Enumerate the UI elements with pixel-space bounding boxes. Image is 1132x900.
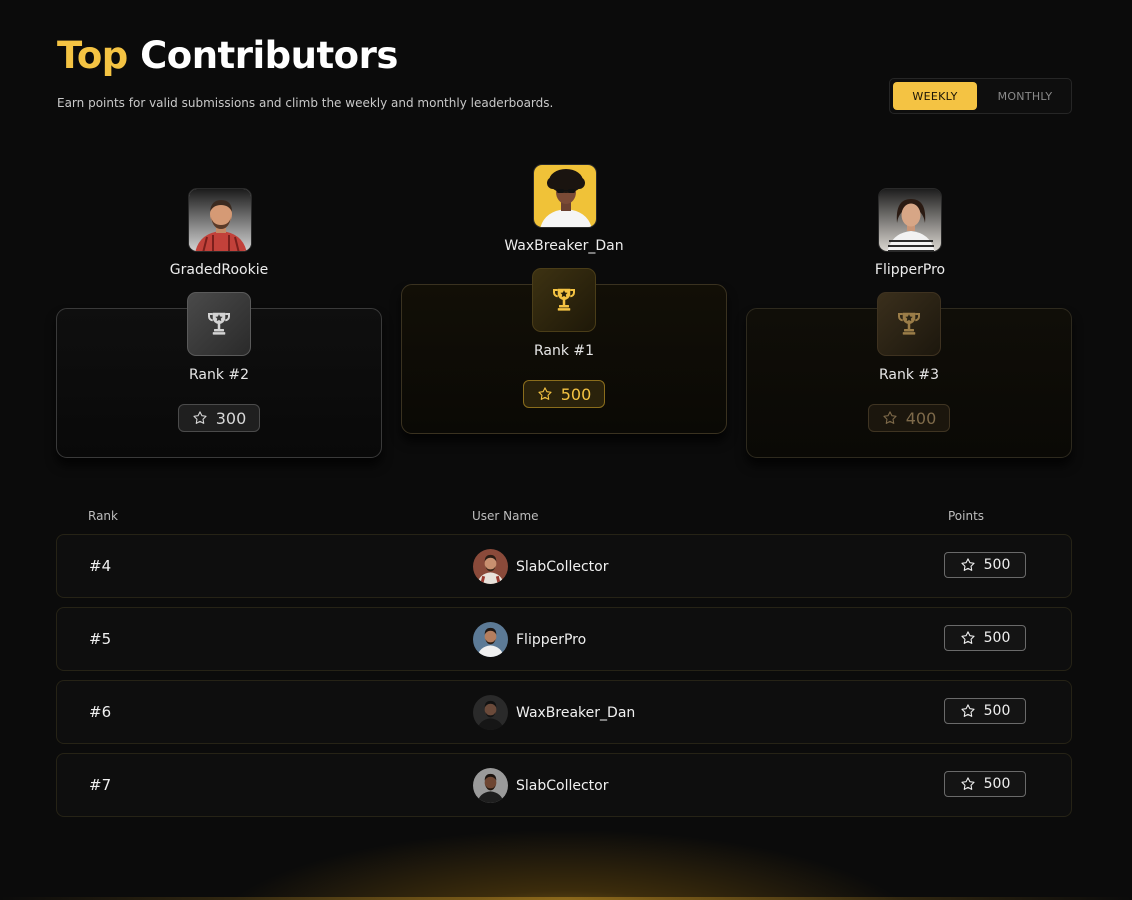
points-value: 500 xyxy=(983,630,1011,646)
page-title-accent: Top xyxy=(57,34,128,77)
page-title-rest: Contributors xyxy=(140,34,398,77)
avatar xyxy=(473,695,508,730)
row-username[interactable]: SlabCollector xyxy=(516,559,608,575)
monthly-tab[interactable]: MONTHLY xyxy=(983,82,1067,110)
star-icon xyxy=(538,387,552,400)
row-points-badge: 500 xyxy=(944,552,1026,578)
star-icon xyxy=(961,558,975,571)
avatar xyxy=(473,549,508,584)
rank-label-second: Rank #2 xyxy=(188,367,250,383)
trophy-icon xyxy=(208,312,230,335)
row-rank: #6 xyxy=(89,703,112,721)
star-icon xyxy=(193,411,207,424)
table-row[interactable]: #4 SlabCollector 500 xyxy=(56,534,1072,598)
row-points-badge: 500 xyxy=(944,625,1026,651)
period-toggle: WEEKLY MONTHLY xyxy=(889,78,1072,114)
row-username[interactable]: FlipperPro xyxy=(516,632,586,648)
star-icon xyxy=(883,411,897,424)
podium-name-third: FlipperPro xyxy=(874,262,946,278)
row-user: SlabCollector xyxy=(473,768,608,803)
points-badge-second: 300 xyxy=(178,404,260,432)
points-value: 500 xyxy=(983,776,1011,792)
rank-label-third: Rank #3 xyxy=(878,367,940,383)
rank-label-first: Rank #1 xyxy=(533,343,595,359)
row-user: SlabCollector xyxy=(473,549,608,584)
row-user: FlipperPro xyxy=(473,622,586,657)
table-row[interactable]: #7 SlabCollector 500 xyxy=(56,753,1072,817)
page-subtitle: Earn points for valid submissions and cl… xyxy=(57,96,554,110)
podium-name-first: WaxBreaker_Dan xyxy=(504,238,624,254)
trophy-icon xyxy=(553,288,575,311)
column-header-rank: Rank xyxy=(88,509,118,523)
points-value: 500 xyxy=(560,384,592,404)
points-value: 500 xyxy=(983,557,1011,573)
points-value: 300 xyxy=(215,408,247,428)
column-header-user: User Name xyxy=(472,509,539,523)
points-value: 400 xyxy=(905,408,937,428)
star-icon xyxy=(961,777,975,790)
points-badge-third: 400 xyxy=(868,404,950,432)
avatar xyxy=(878,188,942,252)
star-icon xyxy=(961,631,975,644)
trophy-gold xyxy=(532,268,596,332)
row-points-badge: 500 xyxy=(944,771,1026,797)
row-user: WaxBreaker_Dan xyxy=(473,695,635,730)
table-row[interactable]: #6 WaxBreaker_Dan 500 xyxy=(56,680,1072,744)
trophy-icon xyxy=(898,312,920,335)
page-title: Top Contributors xyxy=(57,34,398,77)
avatar xyxy=(188,188,252,252)
row-username[interactable]: SlabCollector xyxy=(516,778,608,794)
column-header-points: Points xyxy=(948,509,985,523)
trophy-bronze xyxy=(877,292,941,356)
avatar xyxy=(473,622,508,657)
row-points-badge: 500 xyxy=(944,698,1026,724)
table-row[interactable]: #5 FlipperPro 500 xyxy=(56,607,1072,671)
row-rank: #4 xyxy=(89,557,112,575)
podium-name-second: GradedRookie xyxy=(169,262,269,278)
weekly-tab[interactable]: WEEKLY xyxy=(893,82,977,110)
trophy-silver xyxy=(187,292,251,356)
row-rank: #7 xyxy=(89,776,112,794)
avatar xyxy=(473,768,508,803)
star-icon xyxy=(961,704,975,717)
avatar xyxy=(533,164,597,228)
row-username[interactable]: WaxBreaker_Dan xyxy=(516,705,635,721)
points-value: 500 xyxy=(983,703,1011,719)
points-badge-first: 500 xyxy=(523,380,605,408)
row-rank: #5 xyxy=(89,630,112,648)
